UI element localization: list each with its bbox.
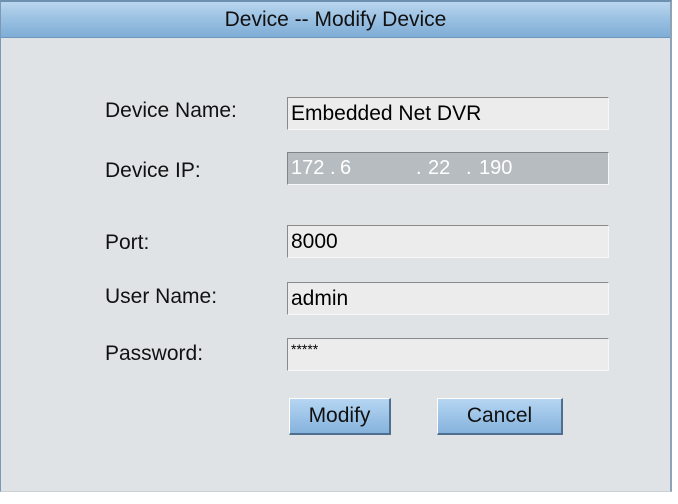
- ip-octet-3: 22: [428, 157, 451, 179]
- dialog-title: Device -- Modify Device: [224, 8, 447, 31]
- ip-dot-3: .: [466, 157, 472, 179]
- dialog-titlebar[interactable]: Device -- Modify Device: [1, 2, 670, 38]
- modify-device-dialog: Device -- Modify Device Device Name: Emb…: [0, 0, 672, 492]
- device-ip-field: 172 . 6 . 22 . 190: [287, 152, 609, 185]
- user-name-field[interactable]: admin: [287, 282, 609, 315]
- device-ip-label: Device IP:: [105, 159, 201, 182]
- ip-octet-1: 172: [291, 157, 325, 179]
- modify-button[interactable]: Modify: [289, 398, 391, 435]
- ip-octet-4: 190: [479, 157, 513, 179]
- ip-dot-1: .: [330, 157, 336, 179]
- port-field[interactable]: 8000: [287, 225, 609, 258]
- port-label: Port:: [105, 231, 150, 254]
- user-name-label: User Name:: [105, 285, 218, 308]
- cancel-button[interactable]: Cancel: [437, 398, 563, 435]
- password-label: Password:: [105, 342, 204, 365]
- ip-dot-2: .: [416, 157, 422, 179]
- device-name-field[interactable]: Embedded Net DVR: [287, 97, 609, 130]
- password-field[interactable]: *****: [287, 338, 609, 371]
- device-name-label: Device Name:: [105, 99, 237, 122]
- ip-octet-2: 6: [340, 157, 352, 179]
